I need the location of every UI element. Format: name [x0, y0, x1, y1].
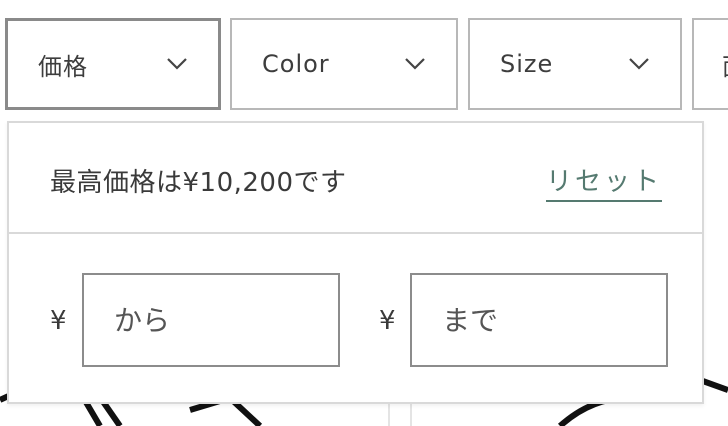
background-divider	[388, 404, 390, 426]
reset-link[interactable]: リセット	[545, 161, 662, 202]
next-filter-label: 面	[722, 47, 728, 82]
price-filter-button[interactable]: 価格	[5, 18, 221, 110]
currency-symbol-from: ¥	[50, 306, 67, 336]
price-filter-dropdown: 最高価格は¥10,200です リセット ¥ ¥	[7, 121, 704, 404]
price-to-input[interactable]	[410, 273, 668, 367]
size-filter-button[interactable]: Size	[468, 18, 682, 110]
color-filter-button[interactable]: Color	[230, 18, 458, 110]
max-price-text: 最高価格は¥10,200です	[50, 168, 347, 198]
chevron-down-icon	[629, 58, 649, 70]
color-filter-label: Color	[262, 50, 330, 78]
price-filter-header: 最高価格は¥10,200です リセット	[9, 123, 702, 234]
size-filter-label: Size	[500, 50, 554, 78]
price-from-input[interactable]	[82, 273, 340, 367]
price-filter-label: 価格	[38, 52, 88, 81]
chevron-down-icon	[167, 58, 187, 70]
background-divider	[410, 404, 412, 426]
chevron-down-icon	[405, 58, 425, 70]
next-filter-button[interactable]: 面	[692, 18, 728, 110]
currency-symbol-to: ¥	[379, 306, 396, 336]
